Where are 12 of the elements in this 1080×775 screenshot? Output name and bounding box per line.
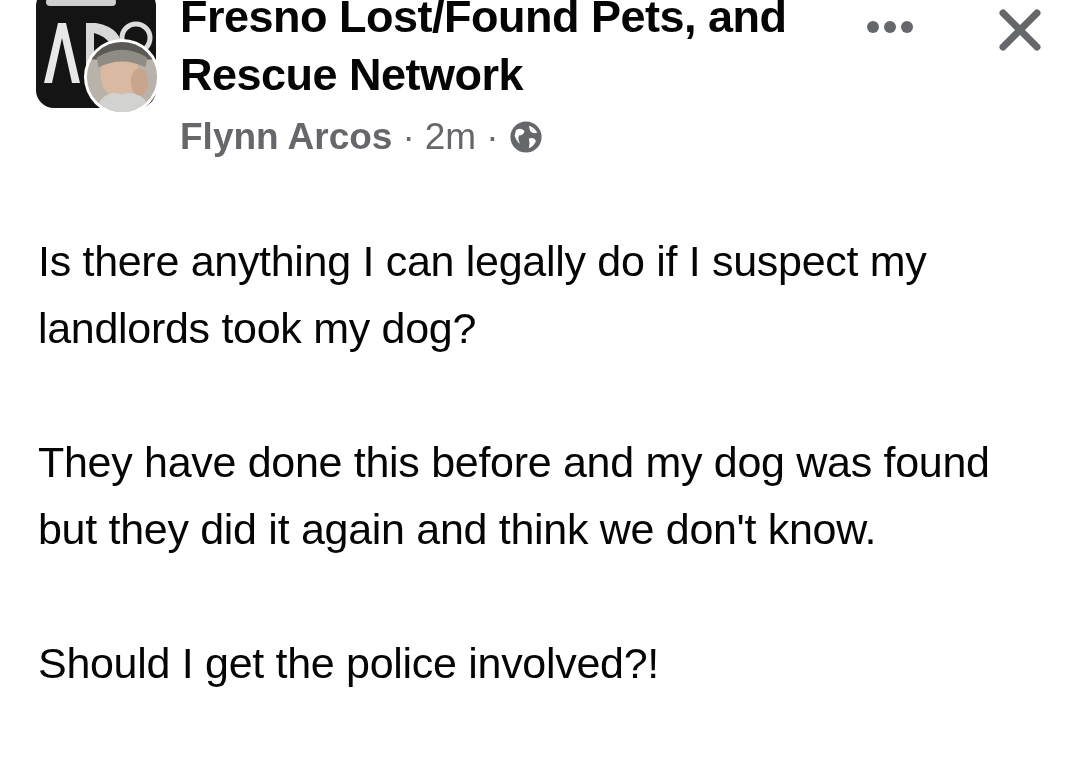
post-time[interactable]: 2m <box>424 116 477 158</box>
more-options-button[interactable] <box>866 20 914 34</box>
post-paragraph: Is there anything I can legally do if I suspect my landlords took my dog? <box>38 236 928 354</box>
author-name[interactable]: Flynn Arcos <box>180 116 393 158</box>
separator: · <box>402 116 415 158</box>
post-paragraph: They have done this before and my dog was found but they did it again and think we don't know. <box>38 437 991 555</box>
globe-icon <box>508 120 543 154</box>
post-paragraph: Should I get the police involved?! <box>38 638 660 689</box>
more-icon <box>866 20 914 34</box>
close-button[interactable] <box>998 8 1042 52</box>
separator: · <box>486 116 499 158</box>
close-icon <box>998 8 1042 52</box>
